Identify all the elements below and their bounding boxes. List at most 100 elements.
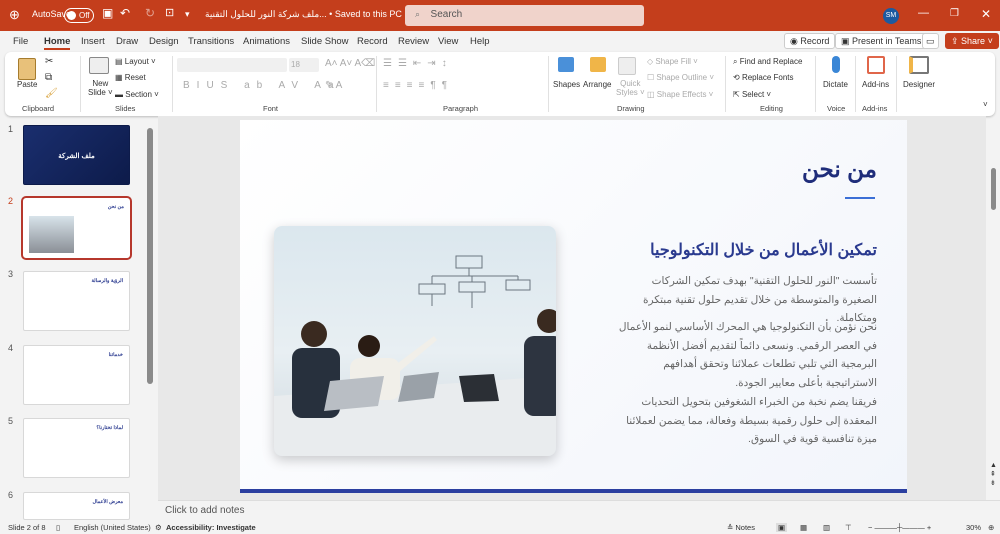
- thumbnail-slide-6[interactable]: معرض الأعمال: [23, 492, 130, 520]
- arrange-icon[interactable]: [590, 57, 606, 72]
- save-icon[interactable]: ▣: [102, 6, 113, 20]
- present-in-teams-button[interactable]: ▣ Present in Teams: [835, 33, 928, 49]
- undo-icon[interactable]: ↶: [120, 6, 130, 20]
- tab-view[interactable]: View: [438, 36, 458, 47]
- quick-label: Quick: [620, 79, 641, 88]
- record-button[interactable]: ◉ Record: [784, 33, 836, 49]
- shape-effects-button[interactable]: ◫ Shape Effects ˅: [647, 90, 713, 99]
- tab-design[interactable]: Design: [149, 36, 179, 47]
- thumbnail-scrollbar[interactable]: [147, 128, 153, 384]
- minimize-icon[interactable]: —: [918, 7, 929, 19]
- notes-pane[interactable]: Click to add notes: [158, 500, 1000, 520]
- thumbnail-slide-3[interactable]: الرؤية والرسالة: [23, 271, 130, 331]
- search-placeholder: Search: [430, 9, 463, 20]
- font-format-icons[interactable]: BIUS ab AV Aa: [183, 80, 341, 91]
- font-grow-shrink-icons[interactable]: A˄ A˅ A⌫: [325, 58, 375, 69]
- dictate-button[interactable]: Dictate: [823, 80, 848, 89]
- slide: من نحن تمكين الأعمال من خلال التكنولوجيا…: [240, 120, 907, 493]
- shape-fill-button[interactable]: ◇ Shape Fill ˅: [647, 57, 698, 66]
- ribbon: Paste ✂ ⧉ 🖌 Clipboard New Slide ˅ ▤ Layou…: [5, 52, 995, 116]
- find-replace-button[interactable]: ⌕ Find and Replace: [733, 57, 802, 67]
- list-indent-icons[interactable]: ☰☰⇤⇥↕: [383, 58, 453, 69]
- language-status[interactable]: English (United States): [74, 523, 151, 532]
- reading-view-icon[interactable]: ▥: [823, 523, 830, 532]
- scroll-thumb[interactable]: [991, 168, 996, 210]
- autosave-toggle[interactable]: Off: [64, 8, 94, 23]
- tab-transitions[interactable]: Transitions: [188, 36, 234, 47]
- slide-title[interactable]: من نحن: [802, 156, 877, 183]
- tab-home[interactable]: Home: [44, 36, 71, 50]
- tab-animations[interactable]: Animations: [243, 36, 290, 47]
- normal-view-icon[interactable]: ▣: [776, 523, 788, 532]
- reset-button[interactable]: ▦ Reset: [115, 73, 146, 82]
- collapse-ribbon-icon[interactable]: ˅: [983, 100, 988, 109]
- shapes-icon[interactable]: [558, 57, 574, 72]
- team-meeting-photo[interactable]: [274, 226, 556, 456]
- new-slide-icon[interactable]: [89, 57, 109, 74]
- close-icon[interactable]: ✕: [981, 7, 991, 21]
- spelling-icon[interactable]: ▯: [56, 523, 60, 532]
- arrange-button[interactable]: Arrange: [583, 80, 611, 89]
- section-button[interactable]: ▬ Section ˅: [115, 90, 159, 99]
- paste-button[interactable]: Paste: [17, 80, 37, 89]
- thumbnail-slide-4[interactable]: خدماتنا: [23, 345, 130, 405]
- quick-styles-button[interactable]: Quick Styles ˅: [616, 79, 645, 97]
- paragraph-3[interactable]: فريقنا يضم نخبة من الخبراء الشغوفين بتحو…: [615, 393, 877, 449]
- cut-icon[interactable]: ✂: [45, 56, 53, 67]
- share-button[interactable]: ⇪ Share ˅: [945, 33, 999, 49]
- comments-icon[interactable]: ▭: [922, 33, 939, 49]
- accessibility-status[interactable]: Accessibility: Investigate: [166, 523, 256, 532]
- designer-button[interactable]: Designer: [903, 80, 935, 89]
- thumbnail-slide-5[interactable]: لماذا تختارنا؟: [23, 418, 130, 478]
- accessibility-icon[interactable]: ⚙: [155, 523, 162, 532]
- tab-draw[interactable]: Draw: [116, 36, 138, 47]
- new-slide-button[interactable]: New Slide ˅: [88, 79, 113, 97]
- select-button[interactable]: ⇱ Select ˅: [733, 90, 771, 99]
- notes-placeholder[interactable]: Click to add notes: [165, 505, 245, 516]
- slide-heading[interactable]: تمكين الأعمال من خلال التكنولوجيا: [650, 240, 877, 260]
- zoom-level[interactable]: 30%: [966, 523, 981, 532]
- present-label: Present in Teams: [852, 36, 922, 46]
- thumb-number: 3: [8, 269, 14, 279]
- highlight-font-color-icons[interactable]: ✎ A: [325, 80, 342, 91]
- document-title[interactable]: ملف شركة النور للحلول التقنية... • Saved…: [205, 9, 412, 20]
- thumb-number: 5: [8, 416, 14, 426]
- present-icon[interactable]: ⊡: [165, 6, 174, 19]
- add-ins-icon[interactable]: [867, 56, 885, 74]
- thumbnail-slide-2[interactable]: من نحن: [21, 196, 132, 260]
- notes-button[interactable]: ≙ Notes: [727, 523, 755, 532]
- shapes-button[interactable]: Shapes: [553, 80, 580, 89]
- shape-outline-button[interactable]: ☐ Shape Outline ˅: [647, 73, 714, 82]
- microphone-icon[interactable]: [832, 56, 840, 73]
- replace-fonts-button[interactable]: ⟲ Replace Fonts: [733, 73, 794, 82]
- format-painter-icon[interactable]: 🖌: [45, 88, 58, 99]
- fit-to-window-icon[interactable]: ⊕: [988, 523, 994, 532]
- tab-record[interactable]: Record: [357, 36, 388, 47]
- tab-file[interactable]: File: [13, 36, 28, 47]
- prev-next-slide-icons[interactable]: ▲ ⇞ ⇟: [990, 461, 997, 488]
- font-name-input[interactable]: [177, 58, 287, 72]
- search-input[interactable]: ⌕ Search: [405, 5, 644, 26]
- paragraph-2[interactable]: نحن نؤمن بأن التكنولوجيا هي المحرك الأسا…: [615, 318, 877, 392]
- copy-icon[interactable]: ⧉: [45, 72, 52, 83]
- alignment-icons[interactable]: ≡≡≡≡¶¶: [383, 80, 453, 91]
- tab-insert[interactable]: Insert: [81, 36, 105, 47]
- designer-icon[interactable]: [909, 56, 929, 74]
- thumbnail-slide-1[interactable]: ملف الشركة: [23, 125, 130, 185]
- slide-scrollbar[interactable]: ▲ ⇞ ⇟: [988, 116, 1000, 520]
- slide-show-icon[interactable]: ⊤: [845, 523, 852, 532]
- redo-icon[interactable]: ↻: [145, 6, 155, 20]
- tab-help[interactable]: Help: [470, 36, 490, 47]
- restore-icon[interactable]: ❐: [950, 8, 959, 19]
- paste-icon[interactable]: [18, 58, 36, 80]
- layout-button[interactable]: ▤ Layout ˅: [115, 57, 156, 66]
- tab-slide-show[interactable]: Slide Show: [301, 36, 349, 47]
- slide-sorter-icon[interactable]: ▦: [800, 523, 807, 532]
- tab-review[interactable]: Review: [398, 36, 429, 47]
- quick-styles-icon[interactable]: [618, 57, 636, 75]
- add-ins-button[interactable]: Add-ins: [862, 80, 889, 89]
- avatar[interactable]: SM: [883, 8, 899, 24]
- zoom-slider[interactable]: − ———┼——— +: [868, 523, 931, 532]
- customize-qat-icon[interactable]: ▾: [185, 9, 190, 20]
- font-size-input[interactable]: 18: [289, 58, 319, 72]
